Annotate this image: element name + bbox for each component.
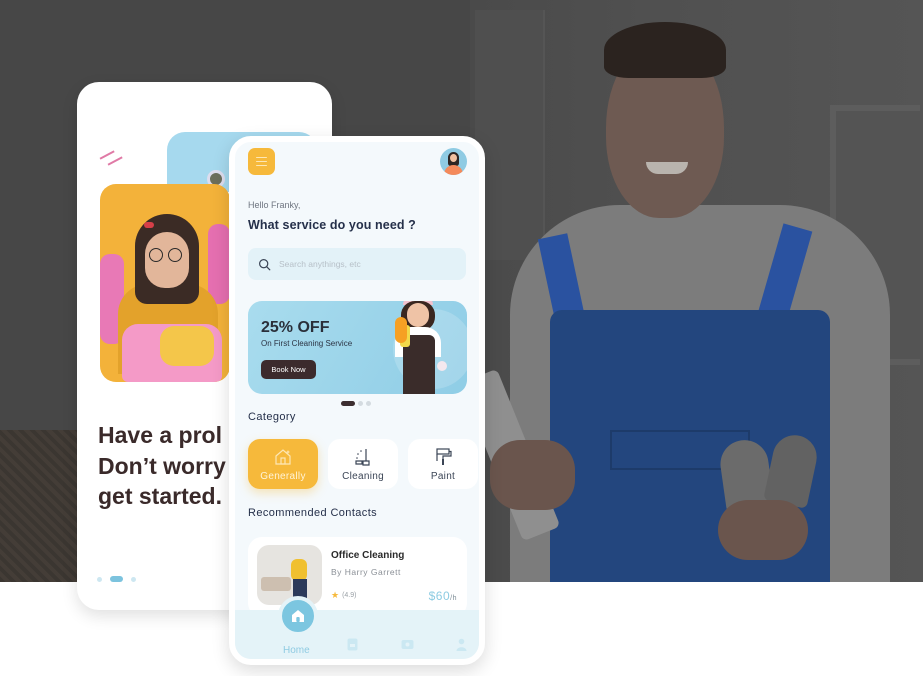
category-paint[interactable]: Paint bbox=[408, 439, 478, 489]
carousel-dot[interactable] bbox=[358, 401, 363, 406]
menu-button[interactable] bbox=[248, 148, 275, 175]
nav-document[interactable] bbox=[346, 638, 359, 651]
search-icon bbox=[259, 258, 271, 270]
contact-price: $60/h bbox=[429, 589, 457, 603]
contact-rating: ★ (4.9) bbox=[331, 590, 356, 601]
cleaner-man bbox=[291, 559, 307, 581]
sofa bbox=[261, 577, 291, 591]
price-unit: /h bbox=[450, 595, 457, 602]
paint-roller-icon bbox=[436, 447, 452, 465]
greeting-text: Hello Franky, bbox=[248, 200, 301, 210]
worker-smile bbox=[646, 162, 688, 174]
category-title: Category bbox=[248, 411, 296, 423]
worker-photo bbox=[459, 10, 923, 582]
home-icon bbox=[292, 610, 304, 622]
recommended-title: Recommended Contacts bbox=[248, 507, 378, 519]
promo-title: 25% OFF bbox=[261, 319, 330, 336]
document-icon bbox=[347, 638, 358, 651]
price-value: $60 bbox=[428, 589, 451, 603]
carousel-dot[interactable] bbox=[366, 401, 371, 406]
carousel-dot-active[interactable] bbox=[341, 401, 355, 406]
deco-line bbox=[99, 150, 115, 160]
decorative-lines bbox=[99, 150, 129, 166]
category-label: Cleaning bbox=[342, 470, 384, 482]
cleaner-glove bbox=[395, 317, 407, 343]
category-cleaning[interactable]: Cleaning bbox=[328, 439, 398, 489]
onboarding-pagination bbox=[97, 576, 136, 582]
page: Have a prol Don’t worry get started. Hel… bbox=[0, 0, 923, 676]
pagination-dot[interactable] bbox=[97, 576, 102, 582]
deco-line bbox=[107, 156, 123, 166]
pagination-dot-active[interactable] bbox=[110, 576, 123, 582]
wicker-basket bbox=[0, 430, 80, 582]
house-sparkle-icon bbox=[275, 448, 291, 465]
star-icon: ★ bbox=[331, 590, 340, 600]
user-avatar[interactable] bbox=[440, 148, 467, 175]
contact-title: Office Cleaning bbox=[331, 550, 405, 561]
promo-banner[interactable]: 25% OFF On First Cleaning Service Book N… bbox=[248, 301, 467, 394]
worker-hair bbox=[604, 22, 726, 78]
onboarding-photo-girl bbox=[100, 184, 230, 382]
promo-pagination bbox=[341, 401, 371, 406]
avatar-body bbox=[444, 165, 463, 175]
pagination-dot[interactable] bbox=[131, 576, 136, 582]
worker-hand-left bbox=[490, 440, 575, 510]
profile-icon bbox=[456, 638, 467, 651]
worker-hand-right bbox=[718, 500, 808, 560]
hamburger-menu-icon bbox=[256, 156, 267, 159]
rating-value: (4.9) bbox=[342, 592, 357, 599]
nav-home-label[interactable]: Home bbox=[283, 645, 310, 656]
yellow-towel bbox=[160, 326, 214, 366]
mop-bucket-icon bbox=[355, 448, 370, 466]
hamburger-line bbox=[256, 160, 267, 163]
hair-bow bbox=[144, 222, 154, 228]
nav-profile[interactable] bbox=[455, 638, 468, 651]
category-label: Generally bbox=[260, 470, 306, 482]
ticket-icon bbox=[401, 640, 414, 649]
search-bar[interactable] bbox=[248, 248, 466, 280]
hamburger-line bbox=[256, 164, 267, 167]
feather-duster bbox=[437, 361, 447, 371]
glove-right bbox=[208, 224, 230, 304]
page-title: What service do you need ? bbox=[248, 218, 416, 232]
book-now-button[interactable]: Book Now bbox=[261, 360, 316, 379]
glasses-left bbox=[149, 248, 163, 262]
nav-home-button[interactable] bbox=[278, 596, 318, 636]
glasses-right bbox=[168, 248, 182, 262]
search-input[interactable] bbox=[279, 259, 459, 269]
cleaner-face bbox=[407, 303, 429, 327]
category-list: Generally Cleaning Paint bbox=[248, 439, 478, 489]
home-screen: Hello Franky, What service do you need ?… bbox=[229, 136, 485, 665]
category-label: Paint bbox=[430, 470, 456, 482]
contact-provider: By Harry Garrett bbox=[331, 567, 401, 577]
promo-subtitle: On First Cleaning Service bbox=[261, 339, 353, 348]
promo-cleaner-photo bbox=[385, 301, 455, 394]
avatar-face bbox=[450, 154, 457, 162]
contact-photo bbox=[257, 545, 322, 605]
category-generally[interactable]: Generally bbox=[248, 439, 318, 489]
nav-ticket[interactable] bbox=[401, 638, 414, 651]
